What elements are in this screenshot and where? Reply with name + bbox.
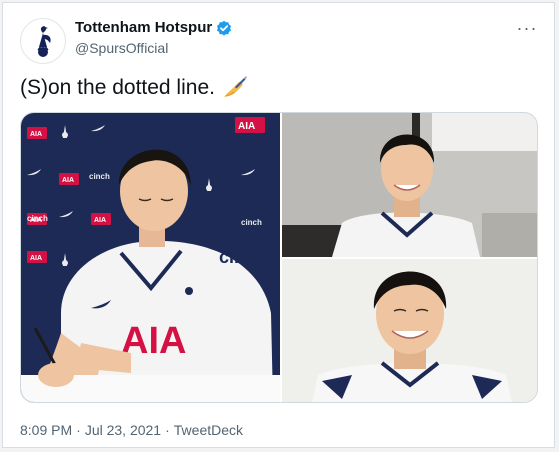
tweet-text: (S)on the dotted line. <box>20 76 215 99</box>
avatar[interactable] <box>20 18 66 64</box>
aia-board-text: AIA <box>238 121 255 132</box>
smiling-close-photo[interactable] <box>282 259 537 402</box>
svg-text:AIA: AIA <box>94 217 106 224</box>
svg-text:AIA: AIA <box>62 177 74 184</box>
meta-separator: · <box>165 422 170 438</box>
cinch-sponsor-text: cinch <box>219 247 266 267</box>
tweet-text-row: (S)on the dotted line. <box>20 75 247 101</box>
svg-text:AIA: AIA <box>30 255 42 262</box>
smiling-office-photo[interactable] <box>282 113 537 257</box>
tweet-source[interactable]: TweetDeck <box>174 422 243 438</box>
tweet-time[interactable]: 8:09 PM <box>20 422 72 438</box>
tweet-meta: 8:09 PM · Jul 23, 2021 · TweetDeck <box>20 422 243 438</box>
media-grid: AIA AIA AIA AIA AIA AIA cinch cinch cinc… <box>20 112 538 403</box>
tweet-card: Tottenham Hotspur @SpursOfficial ··· (S)… <box>2 2 555 448</box>
svg-text:cinch: cinch <box>241 218 262 227</box>
author-name-row: Tottenham Hotspur <box>75 19 232 36</box>
spurs-cockerel-logo-icon <box>37 26 51 57</box>
author-display-name[interactable]: Tottenham Hotspur <box>75 19 212 36</box>
tweet-date[interactable]: Jul 23, 2021 <box>85 422 161 438</box>
meta-separator: · <box>76 422 81 438</box>
writing-hand-emoji-icon <box>221 75 247 101</box>
verified-badge-icon <box>216 20 232 36</box>
more-options-icon[interactable]: ··· <box>516 18 538 38</box>
svg-text:cinch: cinch <box>89 172 110 181</box>
svg-text:cinch: cinch <box>27 214 48 223</box>
signing-photo[interactable]: AIA AIA AIA AIA AIA AIA cinch cinch cinc… <box>21 113 280 402</box>
svg-text:AIA: AIA <box>30 131 42 138</box>
author-handle[interactable]: @SpursOfficial <box>75 40 168 56</box>
